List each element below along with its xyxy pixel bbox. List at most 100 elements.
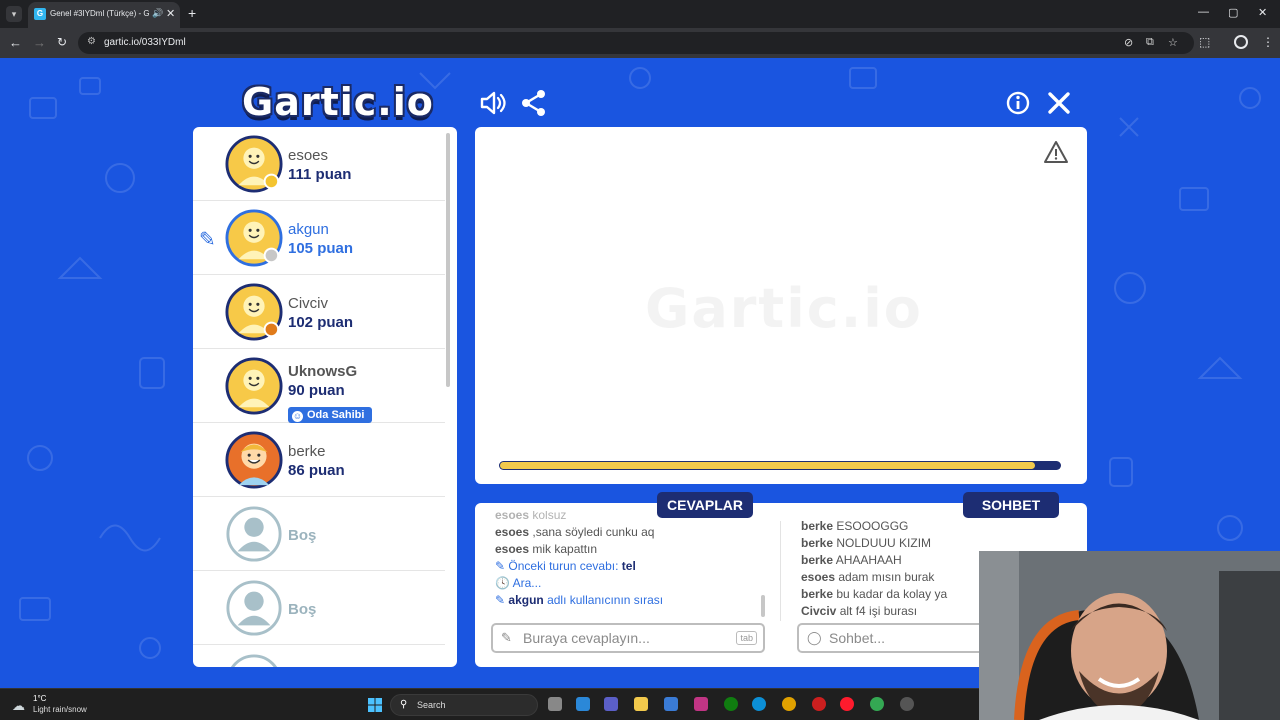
new-tab-button[interactable]: + — [188, 5, 196, 21]
tab-search-button[interactable]: ▾ — [6, 6, 22, 22]
file-explorer-icon[interactable] — [634, 697, 648, 711]
webcam-overlay — [979, 551, 1280, 720]
audio-playing-icon[interactable]: 🔊 — [152, 8, 163, 19]
reload-icon[interactable]: ↻ — [57, 35, 67, 49]
info-icon[interactable] — [1003, 88, 1033, 118]
chat-input[interactable]: ◯ Sohbet... — [797, 623, 987, 653]
answers-list: esoes kolsuz esoes ,sana söyledi cunku a… — [495, 511, 765, 621]
room-owner-badge: ☺ Oda Sahibi — [288, 407, 373, 423]
report-warning-icon[interactable] — [1043, 139, 1069, 165]
player-score: 90 puan — [288, 382, 345, 399]
tab-title: Genel #3IYDml (Türkçe) - G — [50, 9, 150, 18]
profile-avatar[interactable] — [1234, 35, 1248, 49]
store-icon[interactable] — [664, 697, 678, 711]
badge-label: Oda Sahibi — [307, 409, 365, 421]
empty-slot[interactable]: Boş — [193, 497, 445, 571]
edge-icon[interactable] — [752, 697, 766, 711]
bookmark-star-icon[interactable]: ☆ — [1168, 36, 1178, 49]
weather-condition: Light rain/snow — [33, 705, 87, 714]
player-row[interactable]: ✎ akgun 105 puan — [193, 201, 445, 275]
forward-arrow-icon[interactable]: → — [33, 35, 46, 50]
empty-slot-label: Boş — [288, 601, 317, 618]
player-name: Civciv — [288, 295, 328, 312]
settings-gear-icon[interactable] — [900, 697, 914, 711]
maximize-button[interactable]: ▢ — [1228, 6, 1238, 19]
chat-divider — [780, 521, 781, 621]
empty-avatar-icon — [226, 506, 282, 562]
cloud-snow-icon: ☁ — [12, 698, 25, 713]
share-icon[interactable] — [519, 88, 549, 118]
opera-icon[interactable] — [812, 697, 826, 711]
player-name: akgun — [288, 221, 329, 238]
player-row[interactable]: esoes 111 puan — [193, 127, 445, 201]
chrome-icon[interactable] — [782, 697, 796, 711]
minimize-button[interactable]: — — [1198, 6, 1209, 18]
instagram-icon[interactable] — [694, 697, 708, 711]
site-info-icon[interactable]: ⚙ — [87, 36, 96, 47]
tab-key-hint: tab — [736, 631, 757, 645]
teams-icon[interactable] — [604, 697, 618, 711]
canvas-watermark: Gartic.io — [645, 277, 923, 340]
avatar — [225, 283, 283, 341]
task-view-icon[interactable] — [548, 697, 562, 711]
browser-tab[interactable]: G Genel #3IYDml (Türkçe) - G 🔊 ✕ — [28, 2, 180, 28]
chat-tab[interactable]: SOHBET — [963, 492, 1059, 518]
gartic-favicon-icon: G — [34, 8, 46, 20]
pencil-icon: ✎ — [501, 630, 512, 645]
searching-message: 🕓 Ara... — [495, 576, 542, 590]
player-score: 102 puan — [288, 314, 354, 331]
chat-message: berke ESOOOGGG — [801, 519, 909, 533]
empty-slot-label: Boş — [288, 527, 317, 544]
player-row[interactable]: UknowsG 90 puan ☺ Oda Sahibi — [193, 349, 445, 423]
answer-message: esoes ,sana söyledi cunku aq — [495, 525, 655, 539]
player-row[interactable]: berke 86 puan — [193, 423, 445, 497]
answer-message: esoes mik kapattın — [495, 542, 598, 556]
avatar — [225, 357, 283, 415]
back-arrow-icon[interactable]: ← — [9, 35, 22, 50]
extensions-icon[interactable]: ⬚ — [1199, 35, 1210, 49]
answer-message: esoes kolsuz — [495, 511, 567, 522]
players-panel: esoes 111 puan ✎ akgun 105 puan Civciv 1… — [193, 127, 457, 667]
player-score: 111 puan — [288, 166, 352, 183]
taskbar-search[interactable]: ⚲ Search — [390, 694, 538, 716]
opera-gx-icon[interactable] — [840, 697, 854, 711]
install-app-icon[interactable]: ⧉ — [1146, 36, 1154, 49]
player-row[interactable]: Civciv 102 puan — [193, 275, 445, 349]
drawing-canvas[interactable]: Gartic.io — [475, 127, 1087, 484]
previous-answer-message: ✎ Önceki turun cevabı: tel — [495, 559, 636, 573]
search-icon: ⚲ — [400, 699, 408, 710]
volume-icon[interactable] — [478, 88, 508, 118]
tab-close-icon[interactable]: ✕ — [166, 7, 175, 20]
smiley-icon: ☺ — [292, 411, 303, 422]
empty-slot[interactable]: Boş — [193, 571, 445, 645]
player-name: esoes — [288, 147, 329, 164]
url-text: gartic.io/033IYDml — [104, 37, 186, 48]
browser-tab-strip: ▾ G Genel #3IYDml (Türkçe) - G 🔊 ✕ + — ▢… — [0, 0, 1280, 28]
chat-message: berke NOLDUUU KIZIM — [801, 536, 932, 550]
browser-toolbar: ← → ↻ ⚙ gartic.io/033IYDml ⊘ ⧉ ☆ ⬚ ⋮ — [0, 28, 1280, 58]
camera-blocked-icon[interactable]: ⊘ — [1124, 36, 1133, 49]
menu-kebab-icon[interactable]: ⋮ — [1262, 35, 1274, 49]
address-bar[interactable]: ⚙ gartic.io/033IYDml ⊘ ⧉ ☆ — [78, 32, 1194, 54]
round-timer-bar — [499, 461, 1061, 470]
answer-input[interactable]: ✎ Buraya cevaplayın... tab — [491, 623, 765, 653]
weather-temperature: 1°C — [33, 694, 47, 703]
status-dot — [263, 173, 280, 190]
close-icon[interactable] — [1044, 88, 1074, 118]
round-timer-fill — [500, 462, 1035, 469]
windows-taskbar: ☁ 1°C Light rain/snow ⚲ Search — [0, 688, 979, 720]
avatar — [225, 135, 283, 193]
player-name: UknowsG — [288, 363, 358, 380]
player-score: 105 puan — [288, 240, 354, 257]
xbox-icon[interactable] — [724, 697, 738, 711]
chrome-active-icon[interactable] — [870, 697, 884, 711]
answers-scrollbar[interactable] — [761, 595, 765, 617]
players-scrollbar[interactable] — [446, 133, 450, 387]
gartic-logo[interactable]: Gartic.io — [242, 80, 434, 124]
avatar — [225, 209, 283, 267]
answer-placeholder: Buraya cevaplayın... — [523, 630, 650, 646]
empty-slot[interactable] — [193, 645, 445, 667]
windows-start-icon[interactable] — [368, 698, 382, 712]
copilot-icon[interactable] — [576, 697, 590, 711]
window-close-button[interactable]: ✕ — [1258, 6, 1267, 19]
